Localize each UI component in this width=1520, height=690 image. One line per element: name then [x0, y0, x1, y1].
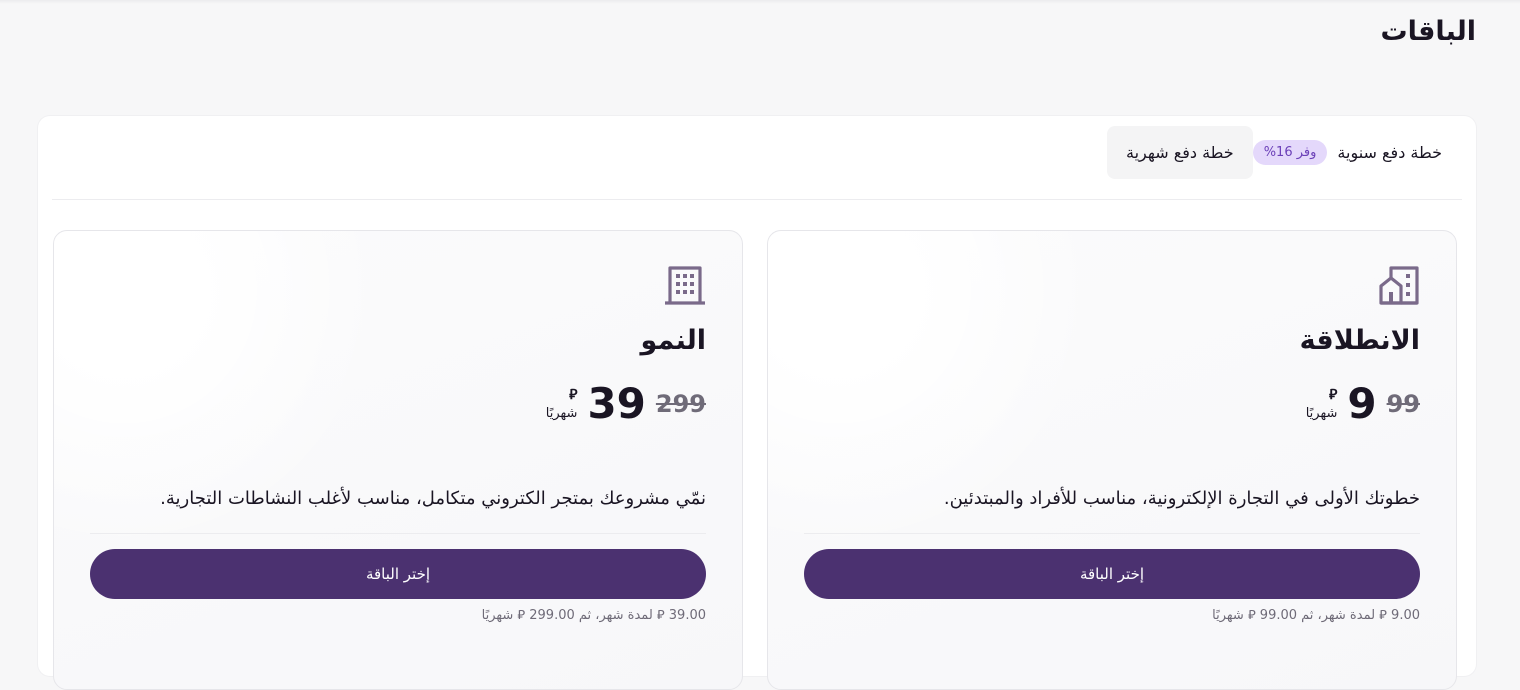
price-row: 299 39 ⃁ شهريًا	[546, 383, 706, 425]
original-price: 299	[655, 390, 706, 418]
plan-name: الانطلاقة	[1299, 325, 1420, 356]
card-divider	[804, 533, 1420, 534]
home-building-icon	[1378, 264, 1420, 306]
savings-badge: وفر 16%	[1252, 140, 1328, 165]
tabs-divider	[52, 199, 1462, 200]
choose-plan-button[interactable]: إختر الباقة	[804, 549, 1420, 599]
choose-plan-button[interactable]: إختر الباقة	[90, 549, 706, 599]
plan-description: خطوتك الأولى في التجارة الإلكترونية، منا…	[943, 488, 1420, 509]
plan-name: النمو	[640, 325, 706, 356]
billing-cycle-tabs: خطة دفع شهرية خطة دفع سنوية وفر 16%	[1106, 126, 1460, 179]
tab-monthly-plan[interactable]: خطة دفع شهرية	[1106, 126, 1253, 179]
discounted-price: 39	[587, 379, 646, 428]
tab-yearly-plan[interactable]: خطة دفع سنوية وفر 16%	[1252, 126, 1460, 179]
price-unit: ⃁ شهريًا	[1306, 386, 1338, 422]
original-price: 99	[1386, 390, 1420, 418]
price-row: 99 9 ⃁ شهريًا	[1306, 383, 1420, 425]
tab-monthly-label: خطة دفع شهرية	[1125, 143, 1234, 162]
top-bar-shadow	[0, 0, 1520, 4]
page-title: الباقات	[1380, 16, 1476, 47]
card-divider	[90, 533, 706, 534]
billing-note: 39.00 ⃁ لمدة شهر، ثم 299.00 ⃁ شهريًا	[481, 608, 706, 623]
plan-card-growth: النمو 299 39 ⃁ شهريًا نمّي مشروعك بمتجر …	[53, 230, 743, 690]
billing-period: شهريًا	[1305, 405, 1338, 421]
billing-period: شهريًا	[545, 405, 578, 421]
plan-card-starter: الانطلاقة 99 9 ⃁ شهريًا خطوتك الأولى في …	[767, 230, 1457, 690]
plan-description: نمّي مشروعك بمتجر الكتروني متكامل، مناسب…	[160, 488, 706, 509]
riyal-currency-icon: ⃁	[569, 386, 578, 403]
office-building-icon	[664, 264, 706, 306]
riyal-currency-icon: ⃁	[1329, 386, 1338, 403]
price-unit: ⃁ شهريًا	[546, 386, 578, 422]
plans-panel: خطة دفع شهرية خطة دفع سنوية وفر 16% الان…	[38, 116, 1476, 690]
discounted-price: 9	[1347, 379, 1377, 428]
billing-note: 9.00 ⃁ لمدة شهر، ثم 99.00 ⃁ شهريًا	[1212, 608, 1420, 623]
tab-yearly-label: خطة دفع سنوية	[1337, 143, 1442, 162]
